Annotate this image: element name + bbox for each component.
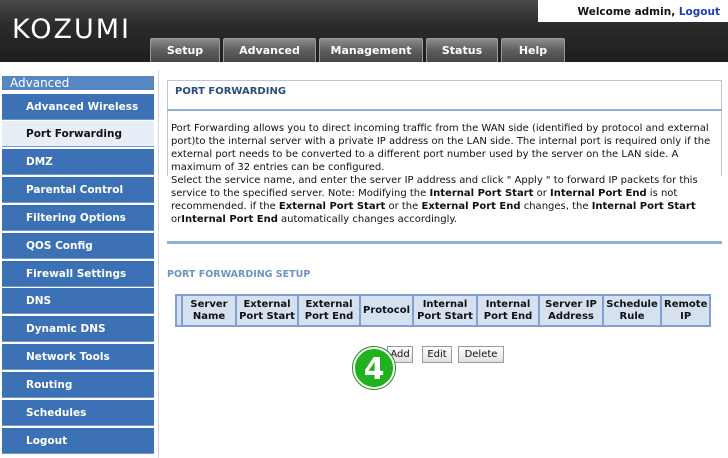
sidebar: Advanced Advanced Wireless Port Forwardi… [0, 70, 154, 458]
sidebar-item-firewall-settings[interactable]: Firewall Settings [2, 261, 154, 287]
sidebar-item-routing[interactable]: Routing [2, 372, 154, 398]
setup-section-title: PORT FORWARDING SETUP [167, 269, 311, 280]
main-panel: PORT FORWARDING Port Forwarding allows y… [158, 70, 728, 458]
tab-management[interactable]: Management [319, 38, 423, 62]
sidebar-item-dmz[interactable]: DMZ [2, 149, 154, 175]
col-internal-port-end: Internal Port End [478, 296, 539, 325]
table-header-row: Server Name External Port Start External… [177, 296, 710, 325]
title-divider [167, 109, 722, 111]
col-external-port-start: External Port Start [237, 296, 297, 325]
step-number-badge: 4 [353, 347, 395, 389]
tab-setup[interactable]: Setup [150, 38, 220, 62]
edit-button[interactable]: Edit [422, 346, 452, 363]
sidebar-item-logout[interactable]: Logout [2, 428, 154, 454]
section-divider [167, 241, 722, 244]
col-server-ip-address: Server IP Address [540, 296, 603, 325]
page-title: PORT FORWARDING [175, 86, 287, 97]
logout-link[interactable]: Logout [679, 6, 720, 18]
desc2-bold: External Port End [421, 201, 521, 212]
welcome-text: Welcome admin, Logout [578, 6, 721, 18]
description-paragraph-2: Select the service name, and enter the s… [171, 174, 719, 226]
desc2-bold: Internal Port Start [429, 188, 534, 199]
col-remote-ip: Remote IP [662, 296, 710, 325]
welcome-label: Welcome admin, [577, 6, 679, 18]
desc2-bold: Internal Port End [181, 214, 278, 225]
col-protocol: Protocol [361, 296, 413, 325]
brand-logo: KOZUMI [12, 14, 131, 45]
sidebar-item-port-forwarding[interactable]: Port Forwarding [2, 121, 154, 147]
desc2-text: or the [385, 201, 422, 212]
tab-advanced[interactable]: Advanced [223, 38, 316, 62]
desc2-text: automatically changes accordingly. [277, 214, 458, 225]
col-server-name: Server Name [183, 296, 235, 325]
sidebar-item-parental-control[interactable]: Parental Control [2, 177, 154, 203]
welcome-area: Welcome admin, Logout [538, 0, 728, 22]
tab-help[interactable]: Help [501, 38, 565, 62]
table-header-spacer [177, 296, 181, 325]
sidebar-item-filtering-options[interactable]: Filtering Options [2, 205, 154, 231]
sidebar-item-dns[interactable]: DNS [2, 288, 154, 314]
sidebar-item-schedules[interactable]: Schedules [2, 400, 154, 426]
col-schedule-rule: Schedule Rule [604, 296, 661, 325]
desc2-text: or [171, 214, 182, 225]
sidebar-item-qos-config[interactable]: QOS Config [2, 233, 154, 259]
desc2-bold: Internal Port Start [591, 201, 696, 212]
port-forwarding-table: Server Name External Port Start External… [175, 294, 712, 327]
tab-status[interactable]: Status [426, 38, 498, 62]
desc2-text: changes, the [520, 201, 592, 212]
description-paragraph-1: Port Forwarding allows you to direct inc… [171, 123, 711, 173]
header-stripe [0, 62, 728, 70]
col-internal-port-start: Internal Port Start [414, 296, 477, 325]
desc2-bold: External Port Start [278, 201, 386, 212]
sidebar-heading: Advanced [2, 76, 154, 90]
sidebar-item-advanced-wireless[interactable]: Advanced Wireless [2, 94, 154, 120]
sidebar-item-dynamic-dns[interactable]: Dynamic DNS [2, 316, 154, 342]
desc2-text: or [533, 188, 550, 199]
sidebar-item-network-tools[interactable]: Network Tools [2, 344, 154, 370]
desc2-bold: Internal Port End [550, 188, 647, 199]
delete-button[interactable]: Delete [458, 346, 504, 363]
header-bar: KOZUMI Welcome admin, Logout Setup Advan… [0, 0, 728, 62]
col-external-port-end: External Port End [299, 296, 359, 325]
